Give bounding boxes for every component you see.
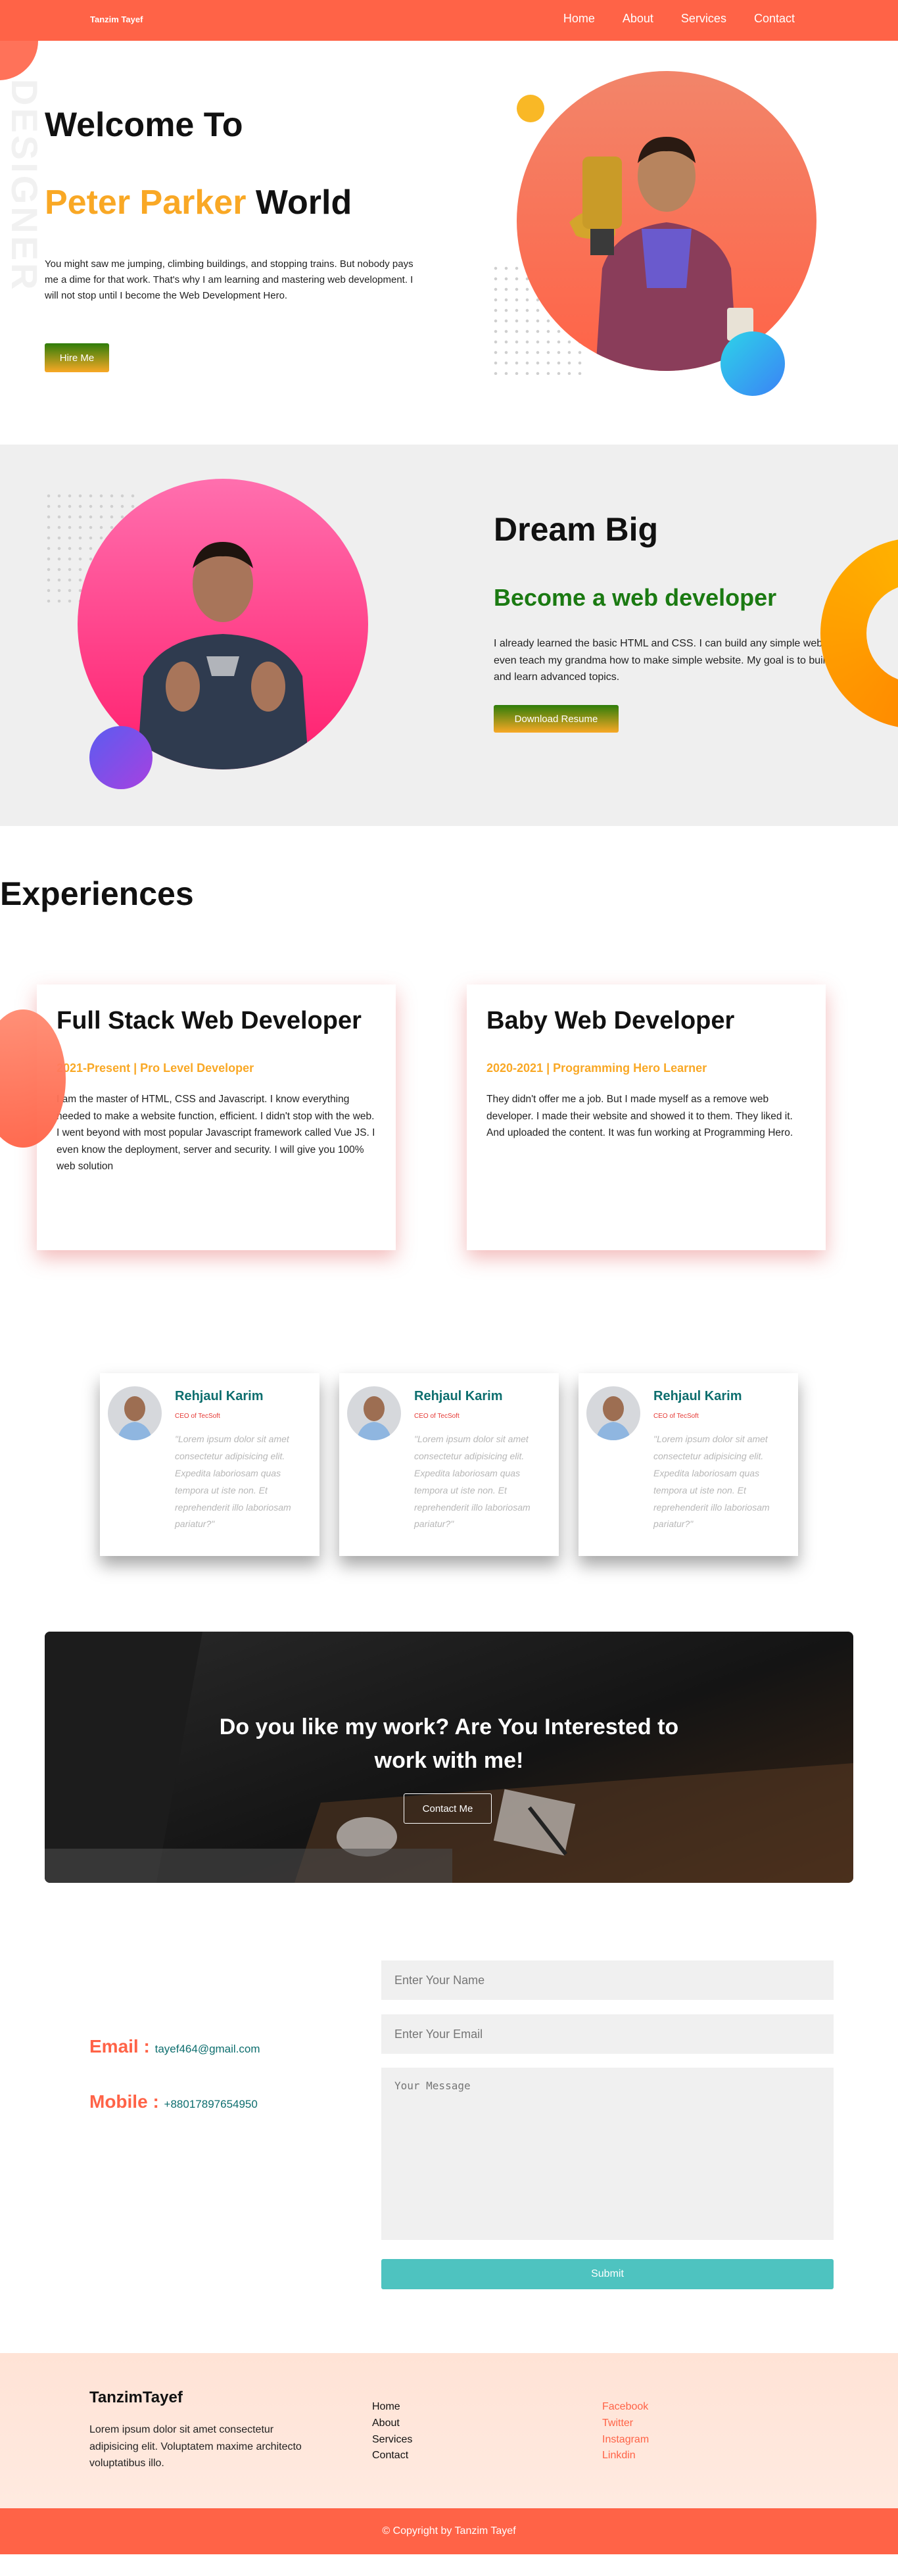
footer-social-facebook[interactable]: Facebook xyxy=(602,2399,649,2416)
hero-corner-blob xyxy=(0,41,38,80)
contact-mobile-value[interactable]: +88017897654950 xyxy=(164,2098,258,2110)
hero-heading-line2: Peter Parker World xyxy=(45,183,352,222)
experience-title: Full Stack Web Developer xyxy=(57,1007,362,1034)
nav-links: Home About Services Contact xyxy=(536,12,795,26)
dream-section: Dream Big Become a web developer I alrea… xyxy=(0,445,898,826)
portfolio-page: Tanzim Tayef Home About Services Contact… xyxy=(0,0,898,2576)
contact-email-label: Email : xyxy=(89,2036,155,2056)
dream-orange-ring xyxy=(820,538,898,729)
testimonial-quote: "Lorem ipsum dolor sit amet consectetur … xyxy=(653,1434,770,1530)
footer-text: Lorem ipsum dolor sit amet consectetur a… xyxy=(89,2424,302,2469)
experience-card: Baby Web Developer 2020-2021 | Programmi… xyxy=(467,984,826,1250)
hero-heading-line1: Welcome To xyxy=(45,106,243,144)
dream-heading: Dream Big xyxy=(494,511,659,548)
hero-blue-circle xyxy=(721,331,785,396)
top-navbar: Tanzim Tayef Home About Services Contact xyxy=(0,0,898,41)
footer-links: Home About Services Contact xyxy=(372,2399,412,2464)
person-with-trophy-illustration xyxy=(569,137,753,371)
cta-heading: Do you like my work? Are You Interested … xyxy=(219,1714,679,1773)
hero-watermark: DESIGNER xyxy=(4,79,45,293)
testimonial-card: Rehjaul Karim CEO of TecSoft "Lorem ipsu… xyxy=(579,1373,798,1556)
testimonial-quote: "Lorem ipsum dolor sit amet consectetur … xyxy=(414,1434,531,1530)
experience-text: I am the master of HTML, CSS and Javascr… xyxy=(57,1094,375,1173)
hero-profile-image xyxy=(517,71,816,371)
footer-social-linkedin[interactable]: Linkdin xyxy=(602,2448,649,2464)
experience-meta: 2020-2021 | Programming Hero Learner xyxy=(486,1061,707,1075)
copyright-bar: © Copyright by Tanzim Tayef xyxy=(0,2508,898,2554)
footer-link-services[interactable]: Services xyxy=(372,2432,412,2448)
hero-paragraph: You might saw me jumping, climbing build… xyxy=(45,258,414,301)
experience-title: Baby Web Developer xyxy=(486,1007,735,1034)
contact-me-button[interactable]: Contact Me xyxy=(404,1793,492,1824)
cta-banner: Do you like my work? Are You Interested … xyxy=(45,1632,853,1883)
testimonial-quote: "Lorem ipsum dolor sit amet consectetur … xyxy=(175,1434,291,1530)
submit-button[interactable]: Submit xyxy=(381,2259,834,2289)
testimonial-card: Rehjaul Karim CEO of TecSoft "Lorem ipsu… xyxy=(100,1373,319,1556)
nav-link-contact[interactable]: Contact xyxy=(754,12,795,26)
avatar xyxy=(586,1386,640,1440)
footer-social-twitter[interactable]: Twitter xyxy=(602,2416,649,2432)
hire-me-button[interactable]: Hire Me xyxy=(45,343,109,372)
download-resume-button[interactable]: Download Resume xyxy=(494,705,619,733)
dream-subheading: Become a web developer xyxy=(494,584,777,611)
experience-meta: 2021-Present | Pro Level Developer xyxy=(57,1061,254,1075)
hero-heading-accent: Peter Parker xyxy=(45,183,247,222)
footer-social-instagram[interactable]: Instagram xyxy=(602,2432,649,2448)
testimonial-name: Rehjaul Karim xyxy=(653,1389,742,1403)
hero-yellow-dot xyxy=(517,95,544,122)
footer-brand: TanzimTayef xyxy=(89,2389,183,2406)
footer-link-contact[interactable]: Contact xyxy=(372,2448,412,2464)
contact-mobile-label: Mobile : xyxy=(89,2091,164,2112)
experience-card: Full Stack Web Developer 2021-Present | … xyxy=(37,984,396,1250)
footer-social-links: Facebook Twitter Instagram Linkdin xyxy=(602,2399,649,2464)
testimonial-name: Rehjaul Karim xyxy=(175,1389,264,1403)
name-input[interactable] xyxy=(381,1960,834,2000)
testimonial-name: Rehjaul Karim xyxy=(414,1389,503,1403)
experiences-title: Experiences xyxy=(0,875,194,912)
hero-heading-rest: World xyxy=(246,183,352,222)
nav-brand[interactable]: Tanzim Tayef xyxy=(90,14,143,24)
avatar xyxy=(108,1386,162,1440)
experience-text: They didn't offer me a job. But I made m… xyxy=(486,1094,793,1139)
nav-link-about[interactable]: About xyxy=(623,12,653,26)
contact-email: Email : tayef464@gmail.com xyxy=(89,2036,260,2057)
footer-link-home[interactable]: Home xyxy=(372,2399,412,2416)
nav-link-services[interactable]: Services xyxy=(681,12,726,26)
footer: TanzimTayef Lorem ipsum dolor sit amet c… xyxy=(0,2353,898,2508)
avatar xyxy=(347,1386,401,1440)
footer-link-about[interactable]: About xyxy=(372,2416,412,2432)
contact-mobile: Mobile : +88017897654950 xyxy=(89,2091,258,2112)
testimonial-role: CEO of TecSoft xyxy=(653,1413,699,1420)
nav-link-home[interactable]: Home xyxy=(563,12,595,26)
testimonial-role: CEO of TecSoft xyxy=(414,1413,460,1420)
message-textarea[interactable] xyxy=(381,2068,834,2240)
testimonial-role: CEO of TecSoft xyxy=(175,1413,220,1420)
email-input[interactable] xyxy=(381,2014,834,2054)
contact-email-value[interactable]: tayef464@gmail.com xyxy=(155,2043,260,2055)
testimonial-card: Rehjaul Karim CEO of TecSoft "Lorem ipsu… xyxy=(339,1373,559,1556)
dream-purple-circle xyxy=(89,726,153,789)
